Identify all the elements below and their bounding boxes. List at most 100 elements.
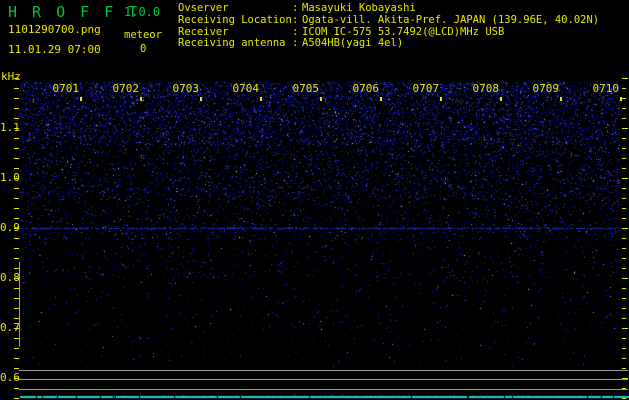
freq-tick-left [14,138,19,139]
freq-tick-left [14,228,19,229]
minute-tick [140,97,142,101]
freq-tick-left [14,358,19,359]
location-value: Ogata-vill. Akita-Pref. JAPAN (139.96E, … [302,13,600,26]
freq-tick-right [622,308,626,309]
db-scale-bar [19,262,20,347]
freq-tick-left [14,188,19,189]
freq-tick-right [622,328,628,329]
freq-tick-right [622,148,626,149]
freq-tick-right [622,78,628,79]
freq-tick-right [622,278,628,279]
freq-tick-left [14,198,19,199]
header: H R O F F T 1.0.0 1101290700.png meteor … [0,0,629,70]
level-gridline [19,370,628,371]
freq-tick-right [622,118,626,119]
freq-tick-left [14,168,19,169]
freq-tick-right [622,168,626,169]
freq-tick-right [622,258,626,259]
mode-label: meteor [124,29,162,41]
freq-tick-right [622,208,626,209]
time-label: 0706 [352,82,380,95]
freq-tick-left [14,348,19,349]
time-label: 0701 [52,82,80,95]
app-version: 1.0.0 [124,5,161,19]
minute-tick [260,97,262,101]
minute-tick [560,97,562,101]
time-label: 0710 [592,82,620,95]
freq-tick-right [622,248,626,249]
freq-tick-right [622,108,626,109]
minute-tick [80,97,82,101]
freq-tick-right [622,178,628,179]
freq-tick-left [14,98,19,99]
time-label: 0707 [412,82,440,95]
meteor-count: 0 [140,43,147,55]
time-label: 0708 [472,82,500,95]
freq-tick-left [14,108,19,109]
freq-tick-right [622,188,626,189]
freq-tick-left [14,258,19,259]
freq-tick-right [622,158,626,159]
freq-label: 0.6 [0,371,20,384]
freq-tick-right [622,348,626,349]
station-info: Ovserver: Masayuki Kobayashi Receiving Lo… [178,2,600,50]
freq-tick-right [622,298,626,299]
freq-tick-left [14,398,19,399]
info-row-antenna: Receiving antenna: A504HB(yagi 4el) [178,37,599,50]
freq-tick-left [14,368,19,369]
freq-tick-right [622,98,626,99]
freq-tick-right [622,128,628,129]
freq-tick-left [14,118,19,119]
freq-label: 0.9 [0,221,20,234]
freq-tick-right [622,368,626,369]
minute-tick [500,97,502,101]
freq-tick-right [622,198,626,199]
observer-value: Masayuki Kobayashi [302,2,416,14]
info-colon: : [292,37,299,50]
antenna-value: A504HB(yagi 4el) [302,37,404,50]
time-label: 0704 [232,82,260,95]
freq-axis-unit: kHz [1,70,21,83]
freq-tick-left [14,148,19,149]
freq-tick-right [622,238,626,239]
freq-tick-right [622,138,626,139]
freq-tick-right [622,268,626,269]
freq-tick-right [622,288,626,289]
info-label: Receiving Location [178,13,292,26]
freq-tick-right [622,218,626,219]
freq-label: 1.1 [0,121,20,134]
time-label: 0703 [172,82,200,95]
freq-tick-right [622,358,626,359]
output-filename: 1101290700.png [8,23,101,36]
freq-tick-left [14,158,19,159]
freq-tick-left [14,238,19,239]
freq-tick-right [622,88,626,89]
level-gridline [19,389,628,390]
info-label: Receiving antenna [178,37,286,50]
freq-tick-right [622,228,628,229]
time-label: 0709 [532,82,560,95]
time-label: 0705 [292,82,320,95]
freq-tick-left [14,208,19,209]
info-colon: : [292,13,299,26]
freq-tick-right [622,338,626,339]
app-title: H R O F F T [8,3,141,21]
hrofft-window: 1.1 1.0 0.9 0.8 0.7 0.6 0701 0702 0703 0704 0705 07… [0,0,629,400]
minute-tick [320,97,322,101]
datetime-label: 11.01.29 07:00 [8,43,101,56]
receiver-value: ICOM IC-575 53.7492(@LCD)MHz USB [302,25,505,38]
freq-tick-left [14,128,19,129]
freq-tick-right [622,398,626,399]
time-label: 0702 [112,82,140,95]
freq-label: 0.8 [0,271,20,284]
freq-tick-right [622,318,626,319]
minute-tick [200,97,202,101]
level-gridline [19,379,628,380]
freq-tick-left [14,248,19,249]
minute-tick [380,97,382,101]
freq-label: 0.7 [0,321,20,334]
minute-tick [620,97,622,101]
freq-tick-left [14,178,19,179]
freq-tick-left [14,88,19,89]
freq-tick-left [14,218,19,219]
